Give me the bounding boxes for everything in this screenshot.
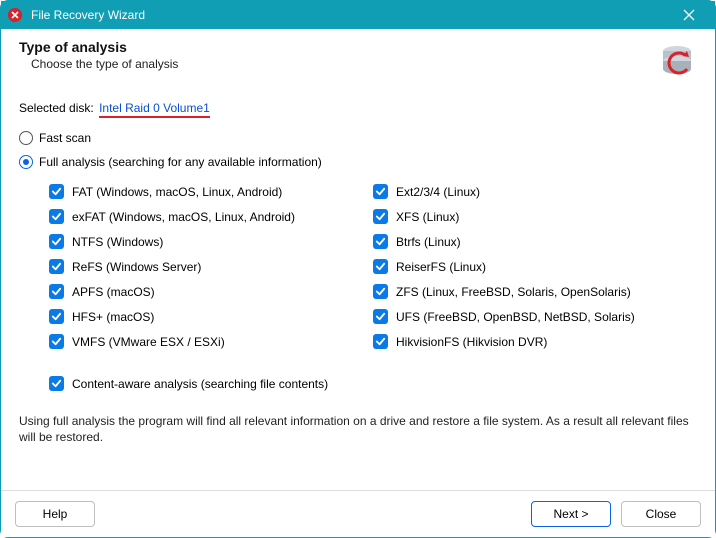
filesystem-label: ReFS (Windows Server) bbox=[72, 260, 201, 274]
checkbox-icon[interactable] bbox=[373, 284, 388, 299]
selected-disk-value: Intel Raid 0 Volume1 bbox=[99, 101, 210, 118]
filesystem-label: HikvisionFS (Hikvision DVR) bbox=[396, 335, 547, 349]
checkbox-icon[interactable] bbox=[373, 234, 388, 249]
full-analysis-label: Full analysis (searching for any availab… bbox=[39, 155, 322, 169]
filesystem-label: UFS (FreeBSD, OpenBSD, NetBSD, Solaris) bbox=[396, 310, 635, 324]
checkbox-icon[interactable] bbox=[49, 259, 64, 274]
fast-scan-option[interactable]: Fast scan bbox=[19, 131, 697, 145]
fs-left-item-5[interactable]: HFS+ (macOS) bbox=[49, 304, 373, 329]
filesystem-label: APFS (macOS) bbox=[72, 285, 155, 299]
radio-fast-scan[interactable] bbox=[19, 131, 33, 145]
fs-left-item-3[interactable]: ReFS (Windows Server) bbox=[49, 254, 373, 279]
fs-right-item-5[interactable]: UFS (FreeBSD, OpenBSD, NetBSD, Solaris) bbox=[373, 304, 697, 329]
checkbox-icon[interactable] bbox=[49, 209, 64, 224]
footer: Help Next > Close bbox=[1, 490, 715, 537]
fs-right-item-2[interactable]: Btrfs (Linux) bbox=[373, 229, 697, 254]
checkbox-content-aware[interactable] bbox=[49, 376, 64, 391]
fs-left-item-0[interactable]: FAT (Windows, macOS, Linux, Android) bbox=[49, 179, 373, 204]
filesystem-label: Ext2/3/4 (Linux) bbox=[396, 185, 480, 199]
fast-scan-label: Fast scan bbox=[39, 131, 91, 145]
checkbox-icon[interactable] bbox=[49, 284, 64, 299]
description-text: Using full analysis the program will fin… bbox=[19, 413, 697, 445]
content-aware-label: Content-aware analysis (searching file c… bbox=[72, 377, 328, 391]
help-button[interactable]: Help bbox=[15, 501, 95, 527]
checkbox-icon[interactable] bbox=[373, 184, 388, 199]
checkbox-icon[interactable] bbox=[373, 209, 388, 224]
filesystem-label: Btrfs (Linux) bbox=[396, 235, 461, 249]
titlebar: File Recovery Wizard bbox=[1, 1, 715, 29]
app-icon bbox=[7, 7, 23, 23]
filesystem-label: exFAT (Windows, macOS, Linux, Android) bbox=[72, 210, 295, 224]
fs-right-item-0[interactable]: Ext2/3/4 (Linux) bbox=[373, 179, 697, 204]
selected-disk-label: Selected disk: bbox=[19, 101, 94, 115]
checkbox-icon[interactable] bbox=[373, 259, 388, 274]
radio-full-analysis[interactable] bbox=[19, 155, 33, 169]
full-analysis-option[interactable]: Full analysis (searching for any availab… bbox=[19, 155, 697, 169]
filesystem-label: ZFS (Linux, FreeBSD, Solaris, OpenSolari… bbox=[396, 285, 631, 299]
checkbox-icon[interactable] bbox=[49, 234, 64, 249]
fs-right-item-6[interactable]: HikvisionFS (Hikvision DVR) bbox=[373, 329, 697, 354]
wizard-header: Type of analysis Choose the type of anal… bbox=[1, 29, 715, 87]
fs-left-item-1[interactable]: exFAT (Windows, macOS, Linux, Android) bbox=[49, 204, 373, 229]
window-title: File Recovery Wizard bbox=[31, 8, 145, 22]
filesystem-label: NTFS (Windows) bbox=[72, 235, 163, 249]
checkbox-icon[interactable] bbox=[373, 334, 388, 349]
page-title: Type of analysis bbox=[19, 39, 657, 55]
fs-right-item-3[interactable]: ReiserFS (Linux) bbox=[373, 254, 697, 279]
checkbox-icon[interactable] bbox=[49, 334, 64, 349]
checkbox-icon[interactable] bbox=[373, 309, 388, 324]
content-aware-option[interactable]: Content-aware analysis (searching file c… bbox=[49, 376, 697, 391]
fs-right-item-4[interactable]: ZFS (Linux, FreeBSD, Solaris, OpenSolari… bbox=[373, 279, 697, 304]
fs-right-item-1[interactable]: XFS (Linux) bbox=[373, 204, 697, 229]
filesystem-label: FAT (Windows, macOS, Linux, Android) bbox=[72, 185, 282, 199]
checkbox-icon[interactable] bbox=[49, 309, 64, 324]
filesystem-label: VMFS (VMware ESX / ESXi) bbox=[72, 335, 225, 349]
filesystem-label: ReiserFS (Linux) bbox=[396, 260, 486, 274]
checkbox-icon[interactable] bbox=[49, 184, 64, 199]
close-icon[interactable] bbox=[669, 1, 709, 29]
page-subtitle: Choose the type of analysis bbox=[31, 57, 657, 71]
selected-disk-row: Selected disk: Intel Raid 0 Volume1 bbox=[19, 101, 697, 115]
recovery-icon bbox=[657, 39, 697, 79]
filesystem-label: HFS+ (macOS) bbox=[72, 310, 154, 324]
next-button[interactable]: Next > bbox=[531, 501, 611, 527]
close-button[interactable]: Close bbox=[621, 501, 701, 527]
fs-left-item-4[interactable]: APFS (macOS) bbox=[49, 279, 373, 304]
fs-left-item-2[interactable]: NTFS (Windows) bbox=[49, 229, 373, 254]
fs-left-item-6[interactable]: VMFS (VMware ESX / ESXi) bbox=[49, 329, 373, 354]
filesystem-label: XFS (Linux) bbox=[396, 210, 459, 224]
